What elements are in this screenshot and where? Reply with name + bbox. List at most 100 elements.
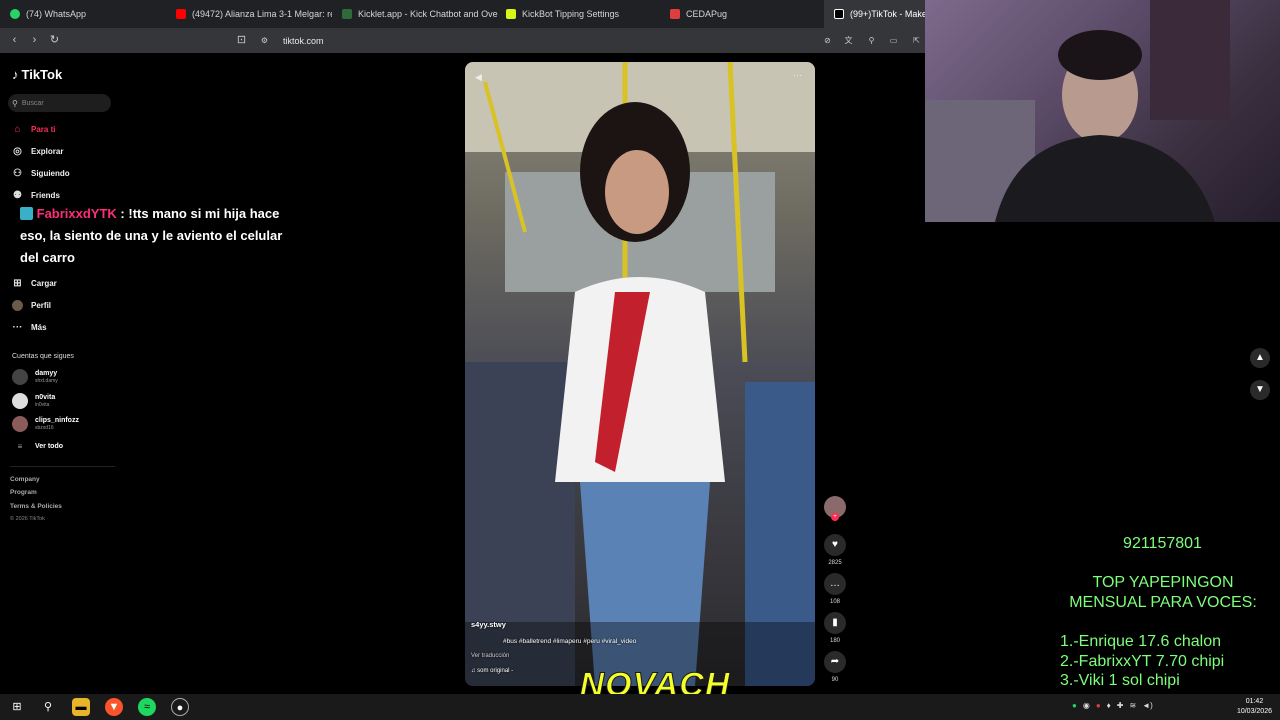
- discord-tray-icon[interactable]: ◉: [1083, 701, 1090, 710]
- tab-whatsapp[interactable]: (74) WhatsApp: [0, 0, 166, 28]
- copyright: © 2026 TikTok: [10, 516, 45, 522]
- translate-link[interactable]: Ver traducción: [471, 653, 509, 659]
- tab-kicklet[interactable]: Kicklet.app - Kick Chatbot and Overla: [332, 0, 498, 28]
- share-icon[interactable]: ⇱: [910, 34, 923, 47]
- nav-item-perfil[interactable]: Perfil: [12, 298, 51, 312]
- bookmark-icon[interactable]: ⊡: [235, 34, 248, 47]
- creator-avatar[interactable]: +: [823, 496, 847, 521]
- nav-item-mas[interactable]: ··· Más: [12, 320, 47, 334]
- system-tray: ● ◉ ● ♦ ✚ ≋ ◄): [1072, 701, 1153, 710]
- site-info-icon[interactable]: ⚙: [258, 34, 271, 47]
- search-input[interactable]: ⚲ Buscar: [8, 94, 111, 112]
- screenshot-icon[interactable]: ▭: [887, 34, 900, 47]
- chat-username: FabrixxdYTK: [36, 206, 117, 221]
- footer-link[interactable]: Program: [10, 489, 37, 496]
- wifi-icon[interactable]: ≋: [1129, 701, 1136, 710]
- ranking-list: 1.-Enrique 17.6 chalon 2.-FabrixxYT 7.70…: [1060, 632, 1224, 691]
- nav-item-explorar[interactable]: ◎ Explorar: [12, 144, 63, 158]
- brave-browser-icon[interactable]: ▼: [105, 698, 123, 716]
- account-name: damyy: [35, 370, 58, 377]
- nav-item-para-ti[interactable]: ⌂ Para ti: [12, 122, 55, 136]
- comment-icon: …: [824, 573, 846, 595]
- video-player[interactable]: ◀ ··· s4yy.stwy #bus #balletrend #limape…: [465, 62, 815, 686]
- kickbot-icon: [506, 9, 516, 19]
- video-sound[interactable]: ♫ som original -: [471, 668, 513, 674]
- tiktok-logo[interactable]: ♪ TikTok: [12, 67, 62, 82]
- tab-kickbot[interactable]: KickBot Tipping Settings: [496, 0, 662, 28]
- mic-tray-icon[interactable]: ♦: [1107, 701, 1111, 710]
- chat-badge-icon: [20, 207, 33, 220]
- translate-icon[interactable]: 文: [842, 34, 855, 47]
- url-field[interactable]: tiktok.com: [283, 36, 324, 46]
- avatar: [12, 416, 28, 432]
- previous-video-icon[interactable]: ▲: [1250, 348, 1270, 368]
- tiktok-page: ♪ TikTok ⚲ Buscar ⌂ Para ti ◎ Explorar ⚇…: [0, 53, 925, 694]
- compass-icon: ◎: [13, 145, 22, 157]
- nav-label: Más: [31, 322, 47, 332]
- address-bar: ‹ › ↻ ⊡ ⚙ tiktok.com ⊘ 文 ⚲ ▭ ⇱: [0, 28, 925, 53]
- volume-icon[interactable]: ◀: [475, 72, 482, 83]
- clock-time: 01:42: [1245, 698, 1264, 705]
- nav-label: Cargar: [31, 278, 57, 288]
- tab-youtube[interactable]: (49472) Alianza Lima 3-1 Melgar: res: [166, 0, 332, 28]
- obs-icon[interactable]: ●: [171, 698, 189, 716]
- stream-chat-message: FabrixxdYTK : !tts mano si mi hija hace …: [20, 203, 300, 269]
- see-all-label: Ver todo: [35, 442, 64, 450]
- nav-item-siguiendo[interactable]: ⚇ Siguiendo: [12, 166, 70, 180]
- music-icon: ♫: [471, 668, 476, 674]
- system-clock[interactable]: 01:42 10/03/2026: [1237, 697, 1272, 717]
- followed-account[interactable]: n0vita in0vita: [12, 393, 55, 409]
- divider: [10, 466, 115, 467]
- comment-button[interactable]: … 108: [823, 573, 847, 605]
- back-icon[interactable]: ‹: [8, 34, 21, 47]
- account-name: n0vita: [35, 394, 56, 401]
- search-placeholder: Buscar: [21, 99, 44, 107]
- list-icon: ≡: [17, 442, 23, 451]
- search-icon[interactable]: ⚲: [39, 698, 57, 716]
- next-video-icon[interactable]: ▼: [1250, 380, 1270, 400]
- followed-account[interactable]: damyy shxt.damy: [12, 369, 58, 385]
- logo-text: TikTok: [21, 67, 63, 82]
- avatar: [12, 369, 28, 385]
- file-explorer-icon[interactable]: ▬: [72, 698, 90, 716]
- forward-icon[interactable]: ›: [28, 34, 41, 47]
- spotify-icon[interactable]: ≈: [138, 698, 156, 716]
- reload-icon[interactable]: ↻: [48, 34, 61, 47]
- video-author[interactable]: s4yy.stwy: [471, 620, 506, 629]
- following-icon: ⚇: [13, 167, 22, 179]
- spotify-tray-icon[interactable]: ●: [1072, 701, 1077, 710]
- follow-plus-icon[interactable]: +: [831, 513, 839, 521]
- clock-date: 10/03/2026: [1236, 708, 1272, 715]
- nav-item-friends[interactable]: ⚉ Friends: [12, 188, 60, 202]
- avatar: [12, 393, 28, 409]
- see-all-link[interactable]: ≡ Ver todo: [12, 442, 63, 451]
- windows-start-icon[interactable]: ⊞: [8, 698, 26, 716]
- save-button[interactable]: ▮ 180: [823, 612, 847, 644]
- footer-link[interactable]: Company: [10, 476, 40, 483]
- followed-account[interactable]: clips_ninfozz sbzxd16: [12, 416, 79, 432]
- ranking-item: 3.-Viki 1 sol chipi: [1060, 672, 1180, 689]
- video-frame: [465, 62, 815, 686]
- taskbar: ⊞ ⚲ ▬ ▼ ≈ ● ● ◉ ● ♦ ✚ ≋ ◄) 01:42 10/03/2…: [0, 694, 1280, 720]
- bookmark-icon: ▮: [824, 612, 846, 634]
- like-button[interactable]: ♥ 2825: [823, 534, 847, 566]
- zoom-icon[interactable]: ⚲: [865, 34, 878, 47]
- recording-tray-icon[interactable]: ●: [1096, 701, 1101, 710]
- tab-label: CEDAPug: [686, 9, 728, 19]
- app-tray-icon[interactable]: ✚: [1117, 701, 1124, 710]
- volume-tray-icon[interactable]: ◄): [1142, 701, 1153, 710]
- tiktok-note-icon: ♪: [12, 67, 19, 82]
- footer-link[interactable]: Terms & Policies: [10, 503, 62, 510]
- no-track-icon[interactable]: ⊘: [821, 34, 834, 47]
- share-button[interactable]: ➦ 90: [823, 651, 847, 683]
- tiktok-icon: [834, 9, 844, 19]
- more-options-icon[interactable]: ···: [793, 70, 802, 80]
- cedapug-icon: [670, 9, 680, 19]
- tab-cedapug[interactable]: CEDAPug: [660, 0, 826, 28]
- upload-icon: ⊞: [13, 277, 22, 289]
- tab-tiktok[interactable]: (99+)TikTok - Make Yo: [824, 0, 925, 28]
- save-count: 180: [829, 638, 840, 644]
- sound-label: som original -: [477, 668, 514, 674]
- webcam-overlay: [925, 0, 1280, 222]
- nav-item-cargar[interactable]: ⊞ Cargar: [12, 276, 57, 290]
